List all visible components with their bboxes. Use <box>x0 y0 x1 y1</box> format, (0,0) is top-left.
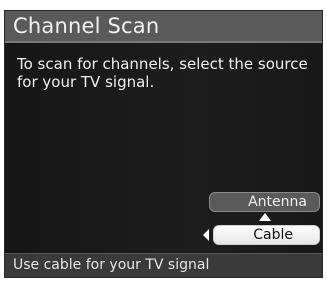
page-title: Channel Scan <box>13 14 160 38</box>
status-bar: Use cable for your TV signal <box>5 253 322 277</box>
channel-scan-screen: Channel Scan To scan for channels, selec… <box>4 10 323 278</box>
antenna-option-button[interactable]: Antenna <box>209 192 320 212</box>
instructions-text: To scan for channels, select the source … <box>17 55 308 91</box>
title-bar: Channel Scan <box>5 11 322 43</box>
up-arrow-icon <box>259 213 271 221</box>
status-text: Use cable for your TV signal <box>13 257 210 273</box>
cable-option-button[interactable]: Cable <box>213 225 320 245</box>
cable-option-label: Cable <box>253 227 293 243</box>
left-arrow-icon <box>203 229 209 241</box>
antenna-option-label: Antenna <box>248 194 307 210</box>
